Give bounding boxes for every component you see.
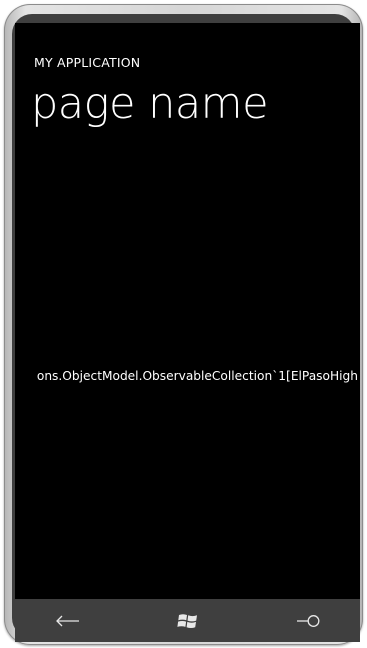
search-button[interactable] bbox=[290, 606, 330, 636]
page-title: page name bbox=[31, 79, 269, 129]
hardware-button-bar bbox=[15, 599, 360, 642]
windows-logo-icon bbox=[177, 614, 197, 628]
phone-screen: MY APPLICATION page name ons.ObjectModel… bbox=[15, 23, 360, 615]
start-button[interactable] bbox=[168, 606, 208, 636]
application-title: MY APPLICATION bbox=[34, 55, 141, 70]
search-icon bbox=[297, 615, 320, 627]
back-button[interactable] bbox=[48, 606, 88, 636]
back-arrow-icon bbox=[56, 615, 79, 627]
content-text: ons.ObjectModel.ObservableCollection`1[E… bbox=[36, 369, 358, 383]
